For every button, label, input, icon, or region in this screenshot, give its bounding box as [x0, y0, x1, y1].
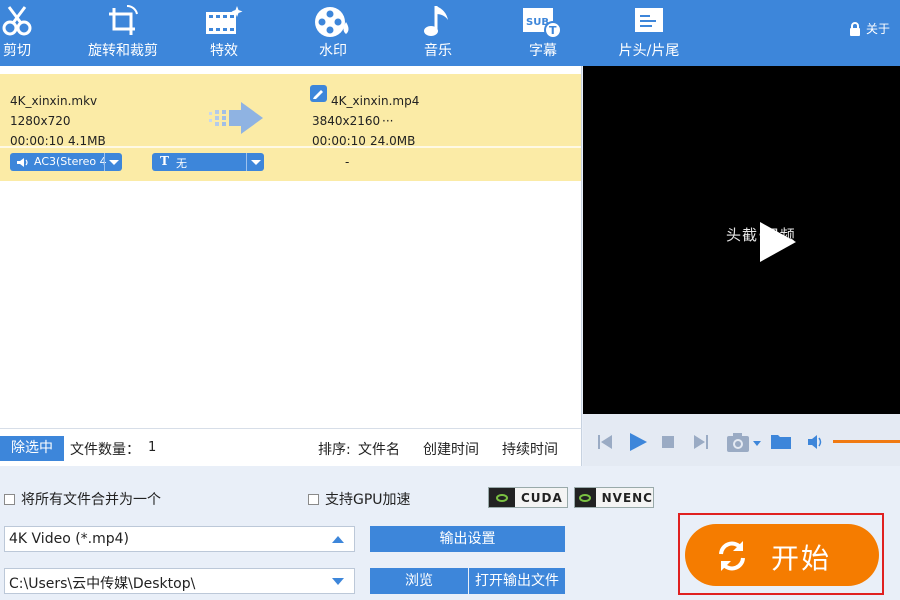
- main-toolbar: 剪切 旋转和裁剪 特效 水印 音乐 SUB T 字幕 片头/片尾 关于: [0, 0, 900, 66]
- start-button[interactable]: 开始: [685, 524, 879, 586]
- music-note-icon: [424, 6, 448, 36]
- toolbar-music-label: 音乐: [424, 43, 452, 59]
- file-count-label: 文件数量：: [70, 442, 140, 458]
- snapshot-camera-icon[interactable]: [726, 431, 764, 453]
- audio-track-select[interactable]: AC3(Stereo 4: [10, 153, 122, 171]
- toolbar-cut-button[interactable]: 剪切: [0, 0, 57, 66]
- output-settings-button[interactable]: 输出设置: [370, 526, 565, 552]
- skip-forward-icon[interactable]: [693, 434, 709, 450]
- toolbar-cut-label: 剪切: [3, 43, 31, 59]
- checkbox-box: [4, 493, 15, 505]
- toolbar-effects-button[interactable]: 特效: [184, 0, 264, 66]
- chevron-down-icon: [246, 153, 264, 171]
- remove-selected-button[interactable]: 除选中: [0, 436, 64, 461]
- subtitle-icon: SUB T: [523, 8, 562, 39]
- file-count-value: 1: [148, 440, 157, 455]
- output-resolution: 3840x2160: [312, 114, 381, 128]
- toolbar-rotate-crop-button[interactable]: 旋转和裁剪: [83, 0, 163, 66]
- gpu-acceleration-label: 支持GPU加速: [325, 492, 411, 508]
- lock-icon: [849, 21, 860, 36]
- intro-outro-icon: [635, 8, 663, 32]
- sort-by-name-link[interactable]: 文件名: [358, 439, 400, 459]
- sort-by-created-link[interactable]: 创建时间: [423, 439, 479, 459]
- subtitle-track-select[interactable]: T 无: [152, 153, 264, 171]
- gpu-acceleration-checkbox[interactable]: 支持GPU加速: [308, 489, 411, 509]
- toolbar-rotate-crop-label: 旋转和裁剪: [88, 43, 158, 59]
- about-button[interactable]: 关于: [849, 20, 890, 37]
- play-icon[interactable]: [628, 432, 648, 452]
- merge-files-label: 将所有文件合并为一个: [21, 492, 161, 508]
- output-path-select[interactable]: C:\Users\云中传媒\Desktop\: [4, 568, 355, 594]
- crop-rotate-icon: [109, 4, 138, 35]
- source-filename: 4K_xinxin.mkv: [10, 94, 98, 108]
- svg-text:T: T: [549, 24, 557, 37]
- nvenc-badge: NVENC: [574, 487, 654, 508]
- output-more-button[interactable]: ···: [382, 114, 393, 128]
- start-label: 开始: [771, 542, 832, 575]
- chevron-down-icon: [332, 578, 344, 585]
- video-preview[interactable]: 头截·识频: [583, 66, 900, 414]
- skip-back-icon[interactable]: [597, 434, 613, 450]
- player-controls: [583, 414, 900, 466]
- list-status-bar: 除选中 文件数量： 1 排序: 文件名 创建时间 持续时间: [0, 428, 582, 466]
- checkbox-box: [308, 493, 319, 505]
- refresh-icon: [719, 541, 745, 571]
- folder-icon[interactable]: [770, 432, 792, 450]
- nvenc-label: NVENC: [601, 490, 653, 505]
- open-output-folder-button[interactable]: 打开输出文件: [469, 568, 565, 594]
- speaker-icon: [17, 158, 28, 167]
- toolbar-music-button[interactable]: 音乐: [398, 0, 478, 66]
- row-extra-value: -: [345, 155, 350, 169]
- toolbar-intro-outro-button[interactable]: 片头/片尾: [609, 0, 689, 66]
- film-effects-icon: [206, 6, 243, 34]
- subtitle-track-value: 无: [176, 157, 187, 170]
- output-filename: 4K_xinxin.mp4: [331, 94, 420, 108]
- output-path-value: C:\Users\云中传媒\Desktop\: [9, 576, 196, 592]
- edit-output-name-icon[interactable]: [310, 85, 327, 102]
- toolbar-watermark-button[interactable]: 水印: [293, 0, 373, 66]
- audio-track-value: AC3(Stereo 4: [34, 155, 107, 168]
- browse-button[interactable]: 浏览: [370, 568, 468, 594]
- stop-icon[interactable]: [662, 436, 674, 448]
- sort-label: 排序:: [318, 442, 351, 458]
- film-reel-watermark-icon: [315, 7, 349, 37]
- volume-icon[interactable]: [807, 434, 825, 450]
- file-row-main: 4K_xinxin.mkv 1280x720 00:00:10 4.1MB 4K…: [0, 74, 581, 148]
- source-resolution: 1280x720: [10, 114, 71, 128]
- row-divider: [0, 146, 581, 148]
- scissors-icon: [2, 6, 32, 36]
- output-format-select[interactable]: 4K Video (*.mp4): [4, 526, 355, 552]
- cuda-badge: CUDA: [488, 487, 568, 508]
- nvidia-logo-icon: [575, 488, 596, 507]
- toolbar-subtitle-button[interactable]: SUB T 字幕: [503, 0, 583, 66]
- cuda-label: CUDA: [521, 490, 563, 505]
- chevron-up-icon: [332, 536, 344, 543]
- play-overlay-icon[interactable]: [758, 222, 798, 262]
- text-t-icon: T: [160, 154, 169, 168]
- toolbar-subtitle-label: 字幕: [529, 43, 557, 59]
- chevron-down-icon: [104, 153, 122, 171]
- about-label: 关于: [865, 22, 890, 36]
- output-format-value: 4K Video (*.mp4): [9, 531, 130, 547]
- merge-files-checkbox[interactable]: 将所有文件合并为一个: [4, 489, 161, 509]
- toolbar-effects-label: 特效: [210, 43, 238, 59]
- sort-by-duration-link[interactable]: 持续时间: [502, 439, 558, 459]
- toolbar-intro-outro-label: 片头/片尾: [618, 43, 680, 59]
- convert-arrow-icon: [209, 102, 263, 134]
- volume-slider[interactable]: [833, 440, 900, 443]
- file-row[interactable]: 4K_xinxin.mkv 1280x720 00:00:10 4.1MB 4K…: [0, 74, 581, 181]
- toolbar-watermark-label: 水印: [319, 43, 347, 59]
- nvidia-logo-icon: [489, 488, 515, 507]
- file-list: 4K_xinxin.mkv 1280x720 00:00:10 4.1MB 4K…: [0, 66, 582, 428]
